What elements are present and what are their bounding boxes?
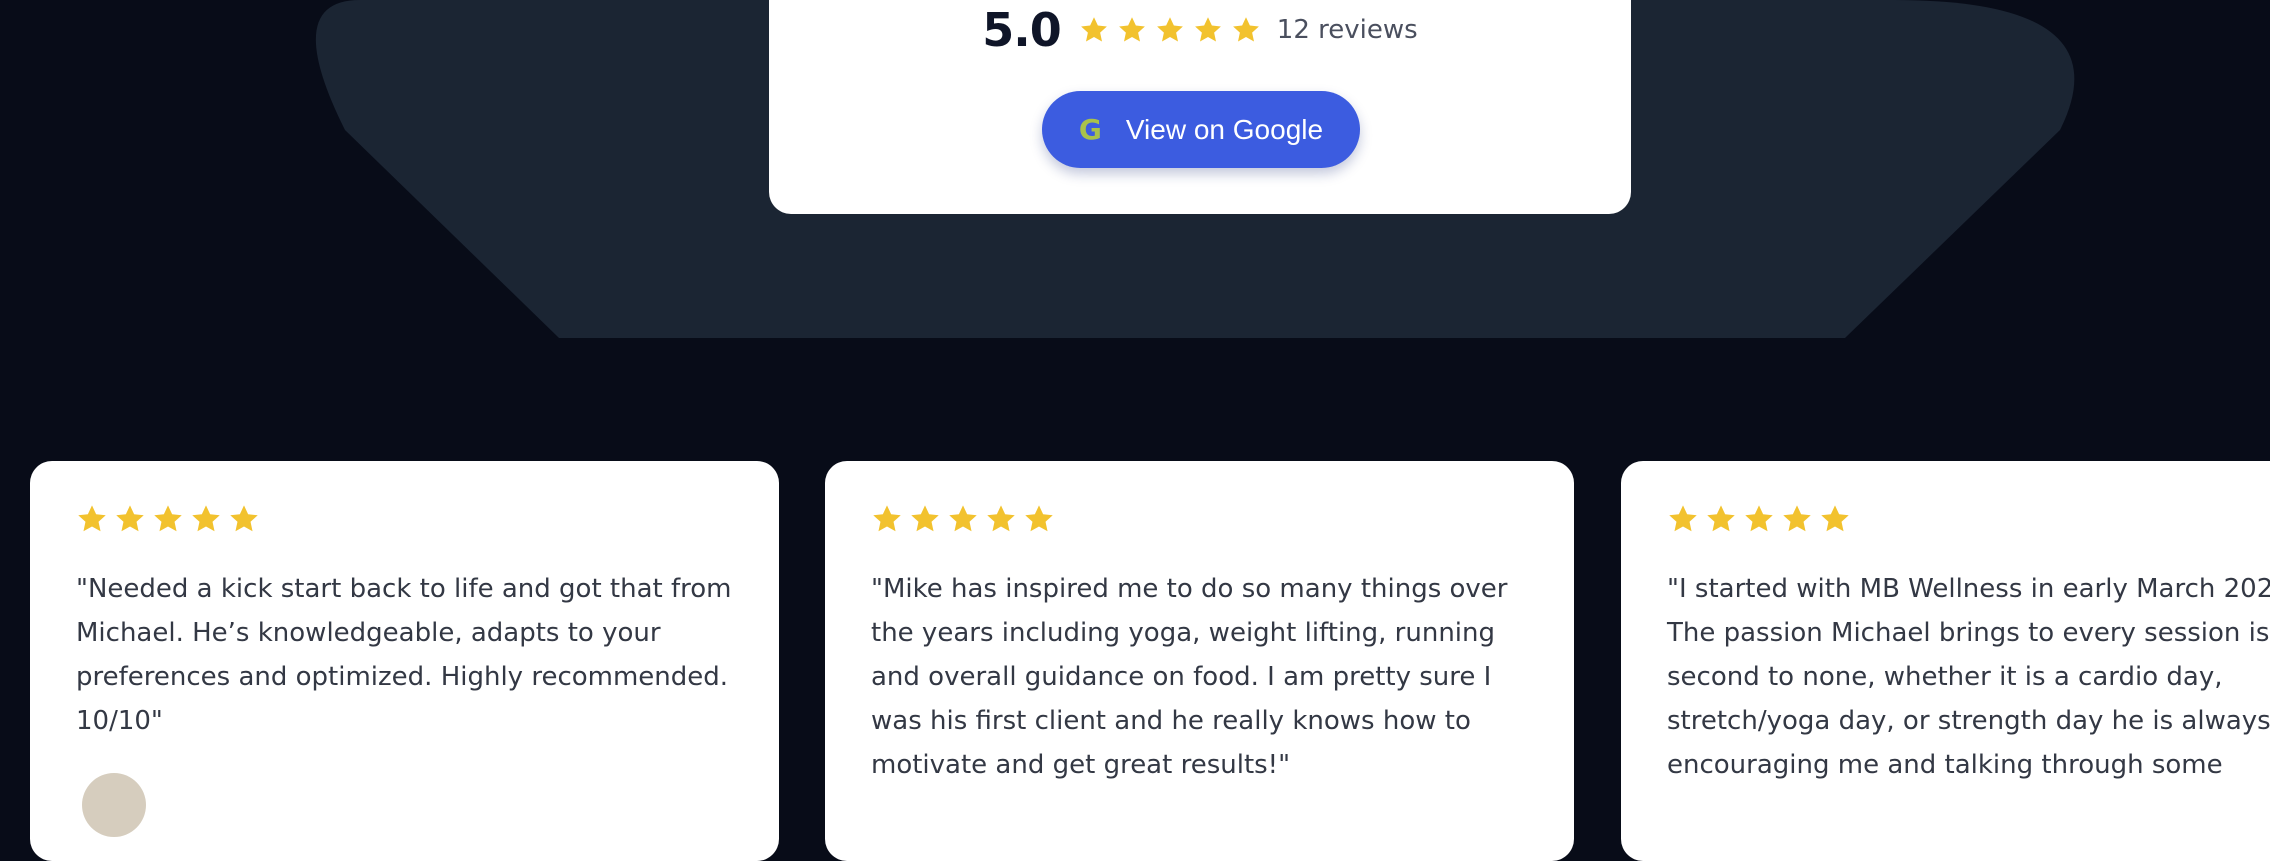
star-icon — [1079, 15, 1109, 45]
review-text: "Needed a kick start back to life and go… — [76, 574, 732, 736]
star-icon — [1231, 15, 1261, 45]
star-icon — [76, 503, 108, 535]
star-icon — [190, 503, 222, 535]
star-icon — [1781, 503, 1813, 535]
reviewer-avatar — [82, 773, 146, 837]
review-stars — [1667, 503, 1857, 535]
review-stars — [76, 503, 266, 535]
star-icon — [152, 503, 184, 535]
star-icon — [1819, 503, 1851, 535]
star-icon — [114, 503, 146, 535]
view-on-google-button[interactable]: G View on Google — [1042, 91, 1360, 168]
rating-summary-card: 5.0 12 reviews G View on Google — [769, 0, 1631, 214]
star-icon — [909, 503, 941, 535]
review-text: "Mike has inspired me to do so many thin… — [871, 574, 1508, 780]
review-text: "I started with MB Wellness in early Mar… — [1667, 574, 2270, 780]
star-icon — [947, 503, 979, 535]
star-icon — [1193, 15, 1223, 45]
review-count: 12 reviews — [1276, 15, 1418, 45]
summary-stars — [1079, 15, 1269, 45]
star-icon — [1117, 15, 1147, 45]
star-icon — [1155, 15, 1185, 45]
google-g-icon: G — [1078, 113, 1102, 146]
star-icon — [985, 503, 1017, 535]
average-score: 5.0 — [982, 3, 1061, 57]
view-on-google-label: View on Google — [1125, 113, 1324, 145]
review-stars — [871, 503, 1061, 535]
review-card: "Needed a kick start back to life and go… — [30, 461, 779, 861]
star-icon — [1667, 503, 1699, 535]
star-icon — [871, 503, 903, 535]
star-icon — [1705, 503, 1737, 535]
review-card: "Mike has inspired me to do so many thin… — [825, 461, 1574, 861]
star-icon — [228, 503, 260, 535]
star-icon — [1743, 503, 1775, 535]
rating-row: 5.0 12 reviews — [769, 0, 1631, 60]
review-card: "I started with MB Wellness in early Mar… — [1621, 461, 2270, 861]
star-icon — [1023, 503, 1055, 535]
